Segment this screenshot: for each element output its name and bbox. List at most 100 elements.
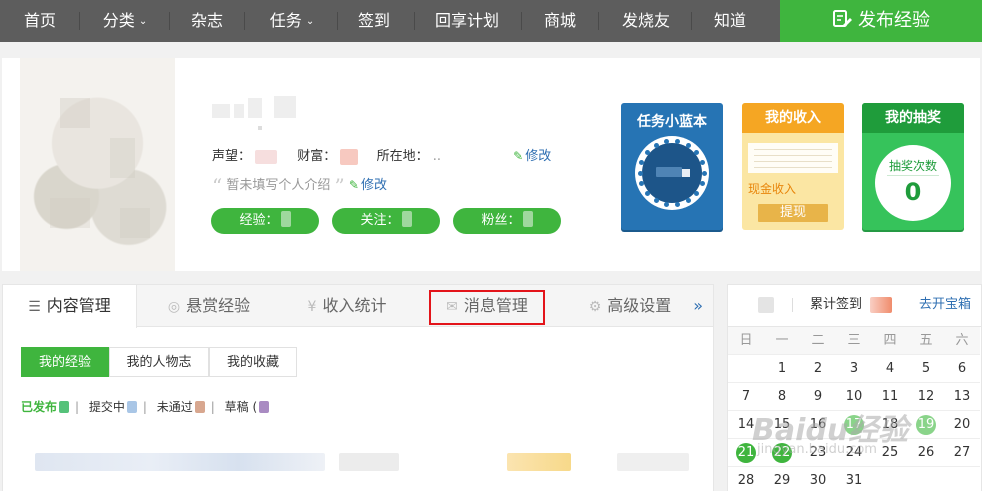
more-tabs-icon[interactable]: »: [693, 285, 703, 327]
tab-advanced-settings[interactable]: ⚙ 高级设置: [565, 285, 695, 327]
edit-intro-link[interactable]: ✎ 修改: [349, 178, 387, 193]
tab-reward-experience[interactable]: ◎ 悬赏经验: [149, 285, 269, 327]
calendar-day[interactable]: 7: [728, 383, 764, 411]
calendar-day[interactable]: 8: [764, 383, 800, 411]
following-pill[interactable]: 关注：: [332, 208, 440, 234]
nav-item-label: 发烧友: [621, 11, 670, 30]
calendar-day[interactable]: 5: [908, 355, 944, 383]
calendar-day[interactable]: 14: [728, 411, 764, 439]
profile-card: 声望： 财富： 所在地： .. ✎ 修改 “ 暂未填写个人介绍 ” ✎ 修改 经验：…: [2, 58, 980, 271]
nav-item-label: 签到: [357, 11, 390, 30]
close-quote-icon: ”: [334, 174, 345, 198]
nav-item-tasks[interactable]: 任务 ⌄: [254, 0, 330, 42]
intro-row: “ 暂未填写个人介绍 ” ✎ 修改: [212, 174, 387, 198]
calendar-day[interactable]: 26: [908, 439, 944, 467]
filter-rejected[interactable]: 未通过: [157, 400, 205, 414]
tab-label: 内容管理: [46, 296, 111, 315]
dial-dot: [663, 202, 669, 207]
calendar-day[interactable]: 17: [836, 411, 872, 439]
dial-dot: [675, 138, 681, 144]
nav-item-home[interactable]: 首页: [8, 0, 72, 42]
calendar-day[interactable]: 6: [944, 355, 980, 383]
open-quote-icon: “: [212, 174, 223, 198]
calendar-day[interactable]: 2: [800, 355, 836, 383]
calendar-header: 累计签到 去开宝箱: [728, 285, 981, 327]
nav-separator: [598, 12, 599, 30]
task-dial-inner: [642, 143, 702, 203]
tab-income-stats[interactable]: ¥ 收入统计: [287, 285, 407, 327]
nav-item-mall[interactable]: 商城: [528, 0, 592, 42]
calendar-day[interactable]: 19: [908, 411, 944, 439]
lottery-widget[interactable]: 我的抽奖 抽奖次数 0: [862, 103, 964, 230]
filter-submitted[interactable]: 提交中: [89, 400, 137, 414]
calendar-day[interactable]: 10: [836, 383, 872, 411]
calendar-day[interactable]: 1: [764, 355, 800, 383]
calendar-day[interactable]: 25: [872, 439, 908, 467]
calendar-day[interactable]: 11: [872, 383, 908, 411]
calendar-day[interactable]: 24: [836, 439, 872, 467]
weekday-header: 三: [836, 327, 872, 355]
calendar-day[interactable]: 22: [764, 439, 800, 467]
dial-dot: [694, 149, 699, 155]
withdraw-button[interactable]: 提现: [758, 204, 828, 222]
dial-dot: [639, 181, 645, 187]
subtab-my-profiles[interactable]: 我的人物志: [109, 347, 209, 377]
nav-item-category[interactable]: 分类 ⌄: [87, 0, 163, 42]
edit-profile-link[interactable]: ✎ 修改: [513, 145, 551, 164]
dial-dot: [699, 159, 705, 165]
experience-pill[interactable]: 经验：: [211, 208, 319, 234]
nav-separator: [244, 12, 245, 30]
weekday-header: 二: [800, 327, 836, 355]
experience-row-blurred: [339, 453, 399, 471]
subtab-my-favorites[interactable]: 我的收藏: [209, 347, 297, 377]
open-treasure-link[interactable]: 去开宝箱: [919, 285, 971, 325]
publish-experience-button[interactable]: 发布经验: [780, 0, 982, 42]
calendar-day[interactable]: 12: [908, 383, 944, 411]
calendar-day[interactable]: 4: [872, 355, 908, 383]
avatar[interactable]: [20, 58, 175, 271]
nav-item-zhidao[interactable]: 知道: [698, 0, 762, 42]
calendar-day[interactable]: 29: [764, 467, 800, 491]
calendar-day[interactable]: 20: [944, 411, 980, 439]
filter-label: 已发布: [21, 400, 58, 414]
fans-pill[interactable]: 粉丝：: [453, 208, 561, 234]
calendar-day[interactable]: 3: [836, 355, 872, 383]
pill-label: 关注：: [360, 213, 400, 228]
calendar-day[interactable]: 28: [728, 467, 764, 491]
income-widget[interactable]: 我的收入 现金收入 提现: [742, 103, 844, 230]
dial-dot: [653, 198, 659, 204]
calendar-day[interactable]: 18: [872, 411, 908, 439]
experience-row-blurred[interactable]: [35, 453, 325, 471]
nav-item-magazine[interactable]: 杂志: [175, 0, 239, 42]
calendar-day[interactable]: 23: [800, 439, 836, 467]
tab-content-management[interactable]: ☰ 内容管理: [3, 285, 137, 328]
calendar-day[interactable]: 15: [764, 411, 800, 439]
filter-draft[interactable]: 草稿 (: [225, 400, 270, 414]
nav-separator: [79, 12, 80, 30]
calendar-day[interactable]: 31: [836, 467, 872, 491]
calendar-day[interactable]: 13: [944, 383, 980, 411]
calendar-day[interactable]: 21: [728, 439, 764, 467]
nav-item-fans[interactable]: 发烧友: [608, 0, 684, 42]
checked-day-mark: 21: [736, 443, 756, 463]
calendar-day[interactable]: 30: [800, 467, 836, 491]
filter-published[interactable]: 已发布: [21, 400, 70, 414]
calendar-day[interactable]: 27: [944, 439, 980, 467]
task-book-widget[interactable]: 任务小蓝本: [621, 103, 723, 230]
pill-value-blurred: [401, 211, 412, 227]
nav-item-share-plan[interactable]: 回享计划: [421, 0, 513, 42]
nav-item-checkin[interactable]: 签到: [342, 0, 406, 42]
edit-doc-icon: [833, 10, 852, 27]
avatar-blurred: [758, 297, 774, 313]
tab-label: 高级设置: [607, 296, 672, 315]
chevron-down-icon: ⌄: [305, 16, 315, 27]
lottery-divider: [887, 175, 939, 176]
calendar-day[interactable]: 16: [800, 411, 836, 439]
dial-dot: [675, 202, 681, 207]
pencil-icon: ✎: [348, 178, 359, 192]
experience-row-blurred: [617, 453, 689, 471]
dial-dot: [653, 142, 659, 148]
calendar-day[interactable]: 9: [800, 383, 836, 411]
subtab-my-experience[interactable]: 我的经验: [21, 347, 109, 377]
reward-icon: ◎: [167, 299, 181, 315]
